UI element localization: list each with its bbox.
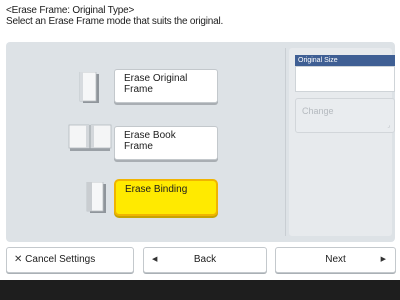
mode-label-line1: Erase Binding — [125, 184, 188, 195]
back-button[interactable]: ◀ Back — [143, 247, 267, 273]
original-size-pane: Original Size Change ⌟ — [289, 48, 395, 236]
mode-label-line1: Erase Book — [124, 130, 176, 141]
change-size-button[interactable]: Change ⌟ — [295, 98, 395, 133]
screen-instruction: Select an Erase Frame mode that suits th… — [6, 16, 224, 27]
panel-divider — [285, 48, 286, 236]
erase-original-frame-button[interactable]: Erase Original Frame — [114, 69, 218, 103]
original-size-value — [295, 66, 395, 92]
screen-header: <Erase Frame: Original Type> Select an E… — [6, 5, 396, 27]
close-icon: ✕ — [14, 254, 23, 265]
mode-label-line1: Erase Original — [124, 73, 188, 84]
open-book-icon — [68, 124, 112, 151]
erase-book-frame-button[interactable]: Erase Book Frame — [114, 126, 218, 160]
back-label: Back — [193, 254, 217, 265]
mode-label-line2: Frame — [124, 141, 153, 152]
mode-label-line2: Frame — [124, 84, 153, 95]
original-size-label: Original Size — [295, 55, 395, 66]
change-label: Change — [302, 106, 334, 116]
screen-title: <Erase Frame: Original Type> — [6, 5, 135, 16]
mode-selection-panel: Erase Original Frame Erase Book Frame Er… — [6, 42, 395, 242]
arrow-right-icon: ▶ — [380, 256, 386, 263]
corner-mark-icon: ⌟ — [387, 123, 390, 129]
next-button[interactable]: Next ▶ — [275, 247, 396, 273]
original-sheet-icon — [79, 72, 99, 103]
status-bar — [0, 280, 400, 300]
cancel-settings-button[interactable]: ✕ Cancel Settings — [6, 247, 134, 273]
cancel-settings-label: Cancel Settings — [25, 254, 96, 265]
erase-binding-button[interactable]: Erase Binding — [114, 179, 218, 216]
binding-document-icon — [86, 182, 106, 213]
next-label: Next — [325, 254, 346, 265]
